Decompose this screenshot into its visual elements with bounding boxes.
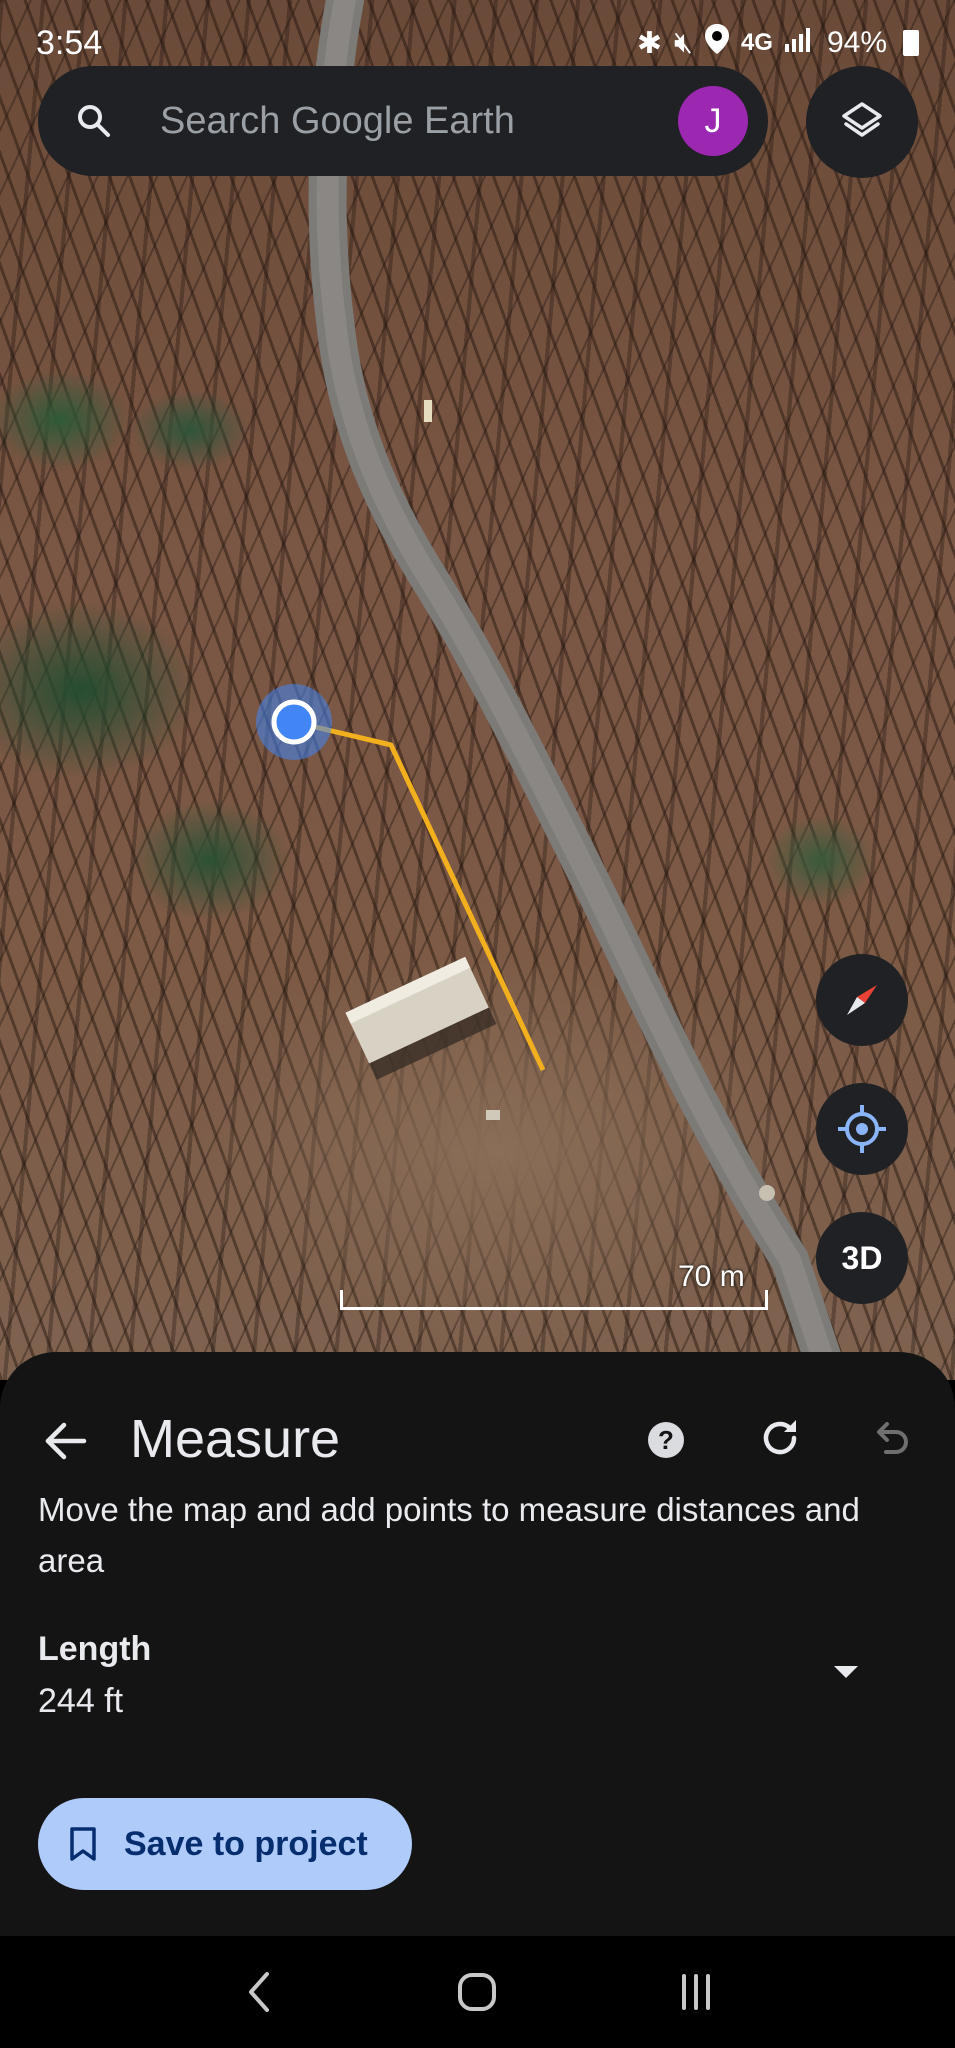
avatar[interactable]: J	[678, 86, 748, 156]
road	[308, 0, 849, 1380]
battery-label: 94%	[826, 26, 887, 59]
system-nav-bar	[0, 1936, 955, 2048]
nav-recents-icon	[681, 1974, 710, 2010]
bluetooth-icon: ✱	[636, 26, 663, 60]
3d-toggle-button[interactable]: 3D	[816, 1212, 908, 1304]
search-bar[interactable]: J	[38, 66, 768, 176]
undo-button[interactable]	[866, 1414, 914, 1462]
location-icon	[704, 24, 729, 62]
status-icons: ✱ 🔇︎ 4G 94%	[637, 24, 919, 62]
bookmark-icon	[70, 1827, 96, 1861]
measure-description: Move the map and add points to measure d…	[38, 1491, 860, 1579]
measure-point	[271, 699, 317, 745]
nav-back-icon	[249, 1972, 270, 2012]
save-button-label: Save to project	[124, 1824, 368, 1863]
status-time: 3:54	[36, 23, 103, 62]
3d-label: 3D	[841, 1239, 883, 1276]
network-label: 4G	[740, 29, 773, 56]
scale-bar	[340, 1290, 768, 1310]
search-icon[interactable]	[74, 101, 114, 141]
nav-back-button[interactable]	[229, 1962, 289, 2022]
undo-icon	[877, 1422, 908, 1454]
page-title: Measure	[130, 1409, 341, 1469]
help-icon: ?	[658, 1424, 674, 1455]
compass-button[interactable]	[816, 954, 908, 1046]
battery-icon	[903, 30, 919, 56]
signal-icon	[784, 26, 815, 60]
avatar-initial: J	[704, 101, 722, 140]
compass-icon	[847, 985, 877, 1015]
layers-button[interactable]	[806, 66, 918, 178]
measure-panel: Measure ? Move the map and add points to…	[0, 1352, 955, 1936]
mute-icon: 🔇︎	[674, 26, 693, 59]
map-features	[256, 0, 849, 1380]
unit-dropdown[interactable]	[820, 1652, 872, 1692]
dropdown-arrow-icon	[834, 1666, 858, 1678]
satellite-map[interactable]	[0, 0, 955, 1380]
metric-label: Length	[38, 1630, 152, 1668]
layers-icon	[842, 102, 882, 137]
nav-home-button[interactable]	[447, 1962, 507, 2022]
my-location-icon	[838, 1105, 886, 1153]
help-button[interactable]: ?	[648, 1422, 684, 1458]
save-to-project-button[interactable]: Save to project	[38, 1798, 412, 1890]
metric-value: 244 ft	[38, 1682, 124, 1720]
search-input[interactable]	[160, 99, 678, 143]
building	[345, 956, 497, 1080]
back-button[interactable]	[40, 1414, 94, 1468]
refresh-button[interactable]	[756, 1414, 804, 1462]
refresh-icon	[763, 1420, 797, 1455]
nav-recents-button[interactable]	[666, 1962, 726, 2022]
measure-panel-header: Measure ?	[0, 1402, 955, 1482]
back-arrow-icon	[45, 1422, 87, 1460]
nav-home-icon	[458, 1973, 497, 2011]
my-location-button[interactable]	[816, 1083, 908, 1175]
scale-label: 70 m	[678, 1260, 745, 1293]
